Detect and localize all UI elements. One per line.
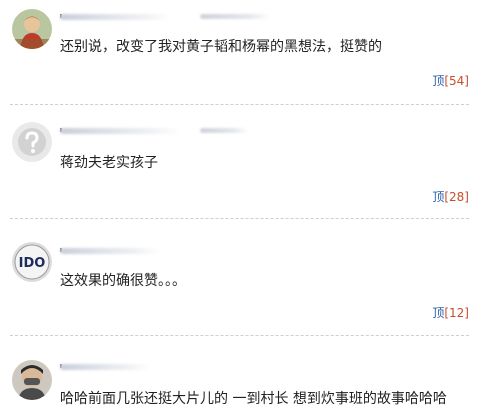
comment-divider bbox=[10, 218, 469, 219]
user-avatar-icon[interactable] bbox=[12, 9, 52, 49]
vote-label[interactable]: 顶 bbox=[432, 74, 444, 88]
comment-text: 蒋劲夫老实孩子 bbox=[60, 155, 158, 171]
comment-item: 还别说，改变了我对黄子韬和杨幂的黑想法，挺赞的 顶[54] bbox=[0, 0, 477, 100]
svg-text:IDO: IDO bbox=[19, 256, 46, 271]
vote-count: [12] bbox=[444, 306, 469, 320]
comment-divider bbox=[10, 104, 469, 105]
vote-up-link[interactable]: 顶[12] bbox=[432, 306, 469, 320]
comment-text: 这效果的确很赞。。。 bbox=[60, 273, 186, 289]
user-photo-avatar-icon[interactable] bbox=[12, 360, 52, 400]
username-blurred[interactable] bbox=[60, 14, 170, 20]
timestamp-blurred bbox=[200, 14, 270, 19]
vote-count: [54] bbox=[444, 74, 469, 88]
vote-count: [28] bbox=[444, 190, 469, 204]
username-blurred[interactable] bbox=[60, 364, 150, 370]
username-blurred[interactable] bbox=[60, 248, 160, 254]
timestamp-blurred bbox=[200, 128, 248, 133]
comment-item: 蒋劲夫老实孩子 顶[28] bbox=[0, 108, 477, 216]
comment-text: 还别说，改变了我对黄子韬和杨幂的黑想法，挺赞的 bbox=[60, 39, 382, 55]
vote-up-link[interactable]: 顶[28] bbox=[432, 190, 469, 204]
comment-item: 哈哈前面几张还挺大片儿的 一到村长 想到炊事班的故事哈哈哈 bbox=[0, 338, 477, 416]
ido-logo-avatar-icon[interactable]: IDO bbox=[12, 242, 52, 282]
vote-label[interactable]: 顶 bbox=[432, 306, 444, 320]
vote-up-link[interactable]: 顶[54] bbox=[432, 74, 469, 88]
comment-divider bbox=[10, 335, 469, 336]
comment-text: 哈哈前面几张还挺大片儿的 一到村长 想到炊事班的故事哈哈哈 bbox=[60, 391, 447, 407]
username-blurred[interactable] bbox=[60, 128, 180, 134]
comment-item: IDO 这效果的确很赞。。。 顶[12] bbox=[0, 222, 477, 332]
default-avatar-question-icon[interactable] bbox=[12, 122, 52, 162]
vote-label[interactable]: 顶 bbox=[432, 190, 444, 204]
